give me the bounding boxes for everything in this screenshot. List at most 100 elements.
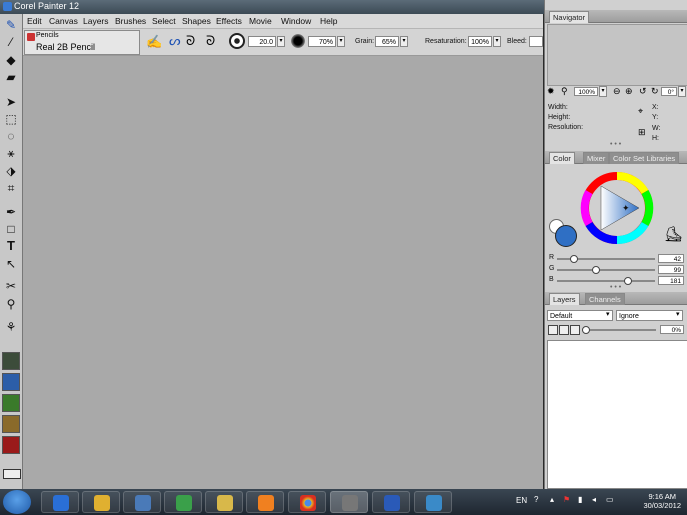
pick-up-underlying-color-icon[interactable]: [559, 325, 569, 335]
gradient-selector[interactable]: [2, 373, 20, 391]
zoom-icon[interactable]: ⚲: [561, 86, 568, 97]
taskbar-app-7[interactable]: [288, 491, 326, 513]
grain-dropdown[interactable]: ▾: [400, 36, 408, 47]
look-selector[interactable]: [2, 415, 20, 433]
rotate-left-icon[interactable]: ↺: [639, 86, 647, 97]
network-icon[interactable]: ▮: [578, 495, 588, 505]
menu-layers[interactable]: Layers: [83, 16, 109, 26]
color-resize-grip[interactable]: • • •: [610, 284, 621, 291]
action-center-icon[interactable]: ⚑: [563, 495, 573, 505]
volume-icon[interactable]: ◂: [592, 495, 602, 505]
navigator-preview[interactable]: [547, 24, 687, 86]
oval-selection-tool-icon[interactable]: ◌: [3, 128, 19, 144]
tab-color-set-libraries[interactable]: Color Set Libraries: [609, 152, 680, 164]
tab-channels[interactable]: Channels: [585, 293, 625, 305]
size-dropdown[interactable]: ▾: [277, 36, 285, 47]
zoom-dropdown[interactable]: ▾: [599, 86, 607, 97]
help-icon[interactable]: ?: [534, 495, 544, 505]
transform-tool-icon[interactable]: ⬗: [3, 163, 19, 179]
tab-color[interactable]: Color: [549, 152, 575, 164]
navigator-settings-icon[interactable]: ✹: [547, 86, 555, 97]
clock[interactable]: 9:16 AM 30/03/2012: [643, 492, 681, 510]
g-field[interactable]: 99: [658, 265, 684, 274]
layers-list[interactable]: [547, 340, 687, 489]
g-slider-knob[interactable]: [592, 266, 601, 274]
reset-brush-icon[interactable]: ✍: [146, 34, 162, 50]
composite-depth-select[interactable]: Ignore: [616, 310, 683, 321]
stroke-freehand-icon[interactable]: ᔕ: [169, 33, 181, 49]
layer-opacity-slider[interactable]: [582, 329, 656, 331]
resaturation-field[interactable]: 100%: [468, 36, 492, 47]
divine-proportion-tool-icon[interactable]: ✂: [3, 278, 19, 294]
r-field[interactable]: 42: [658, 254, 684, 263]
pen-tool-icon[interactable]: ✒: [3, 204, 19, 220]
rotation-dropdown[interactable]: ▾: [678, 86, 686, 97]
menu-effects[interactable]: Effects: [216, 16, 242, 26]
taskbar-app-6[interactable]: [246, 491, 284, 513]
language-indicator[interactable]: EN: [516, 496, 527, 505]
canvas-area[interactable]: [23, 56, 543, 489]
b-field[interactable]: 181: [658, 276, 684, 285]
rotation-field[interactable]: 0°: [661, 87, 677, 96]
cloner-tool-icon[interactable]: ⚲: [3, 296, 19, 312]
layer-opacity-knob[interactable]: [582, 326, 590, 334]
rotate-right-icon[interactable]: ↻: [651, 86, 659, 97]
rectangle-shape-tool-icon[interactable]: □: [3, 221, 19, 237]
stroke-curve-icon[interactable]: ᘐ: [206, 33, 215, 49]
rectangular-selection-tool-icon[interactable]: ⬚: [3, 111, 19, 127]
opacity-field[interactable]: 70%: [308, 36, 336, 47]
menu-movie[interactable]: Movie: [249, 16, 272, 26]
menu-help[interactable]: Help: [320, 16, 337, 26]
menu-canvas[interactable]: Canvas: [49, 16, 78, 26]
paint-bucket-tool-icon[interactable]: ◆: [3, 52, 19, 68]
b-slider-knob[interactable]: [623, 277, 632, 285]
r-slider-knob[interactable]: [570, 255, 579, 263]
bleed-field[interactable]: [529, 36, 543, 47]
preserve-transparency-icon[interactable]: [548, 325, 558, 335]
lock-layer-icon[interactable]: [570, 325, 580, 335]
shape-selection-tool-icon[interactable]: ↖: [3, 256, 19, 272]
menu-select[interactable]: Select: [152, 16, 176, 26]
zoom-out-icon[interactable]: ⊖: [613, 86, 621, 97]
brush-tool-icon[interactable]: ✎: [3, 17, 19, 33]
taskbar-app-1[interactable]: [41, 491, 79, 513]
size-field[interactable]: 20.0: [248, 36, 276, 47]
layer-opacity-field[interactable]: 0%: [660, 325, 684, 334]
opacity-dropdown[interactable]: ▾: [337, 36, 345, 47]
nozzle-selector[interactable]: [2, 436, 20, 454]
b-slider[interactable]: [557, 280, 655, 282]
temporal-color-icon[interactable]: ⛸: [664, 225, 683, 243]
menu-edit[interactable]: Edit: [27, 16, 42, 26]
layer-adjuster-tool-icon[interactable]: ➤: [3, 94, 19, 110]
brush-selector[interactable]: Pencils Real 2B Pencil: [24, 30, 140, 55]
tab-mixer[interactable]: Mixer: [583, 152, 610, 164]
composite-method-select[interactable]: Default: [547, 310, 613, 321]
taskbar-app-4[interactable]: [164, 491, 202, 513]
crop-tool-icon[interactable]: ⌗: [3, 180, 19, 196]
zoom-in-icon[interactable]: ⊕: [625, 86, 633, 97]
mirror-painting-tool-icon[interactable]: ⚘: [3, 319, 19, 335]
text-tool-icon[interactable]: T: [3, 238, 19, 254]
eraser-tool-icon[interactable]: ▰: [3, 69, 19, 85]
dropper-tool-icon[interactable]: ⁄: [3, 34, 19, 50]
resaturation-dropdown[interactable]: ▾: [493, 36, 501, 47]
color-wheel[interactable]: ✦: [579, 170, 655, 246]
grain-field[interactable]: 65%: [375, 36, 399, 47]
taskbar-app-3[interactable]: [123, 491, 161, 513]
stroke-straight-icon[interactable]: ᘐ: [186, 33, 195, 49]
screen-mode-icon[interactable]: [3, 469, 21, 479]
tab-navigator[interactable]: Navigator: [549, 11, 590, 23]
power-icon[interactable]: ▭: [606, 495, 616, 505]
taskbar-app-9[interactable]: [372, 491, 410, 513]
taskbar-app-8[interactable]: [330, 491, 368, 513]
taskbar-app-5[interactable]: [205, 491, 243, 513]
start-button[interactable]: [3, 490, 31, 514]
taskbar-app-10[interactable]: [414, 491, 452, 513]
navigator-resize-grip[interactable]: • • •: [610, 141, 621, 148]
main-color[interactable]: [555, 225, 577, 247]
menu-window[interactable]: Window: [281, 16, 311, 26]
zoom-field[interactable]: 100%: [574, 87, 598, 96]
menu-brushes[interactable]: Brushes: [115, 16, 146, 26]
magic-wand-tool-icon[interactable]: ⚹: [3, 145, 19, 161]
g-slider[interactable]: [557, 269, 655, 271]
